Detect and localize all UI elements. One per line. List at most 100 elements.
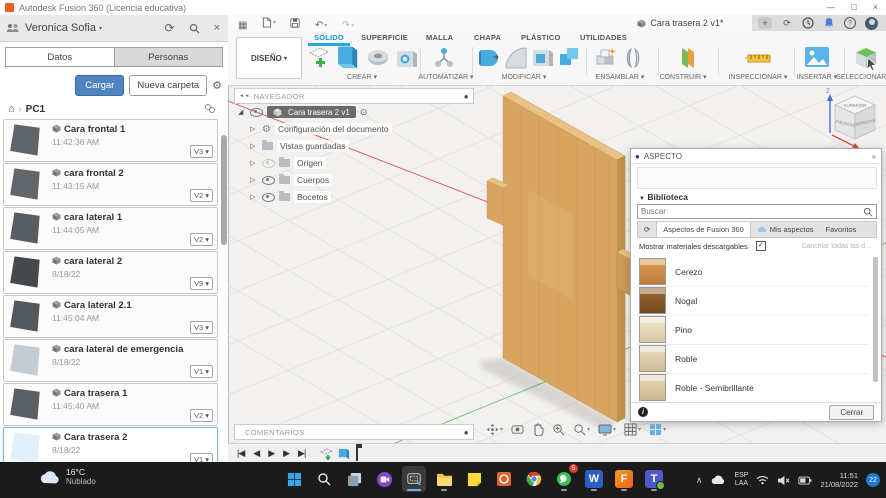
group-ensamblar[interactable]: ENSAMBLAR ▾ xyxy=(596,73,645,81)
upload-button[interactable]: Cargar xyxy=(75,74,125,96)
insert-image-icon[interactable] xyxy=(804,46,830,68)
collapse-icon[interactable]: ◄◄ xyxy=(239,93,250,99)
ground-target-icon[interactable]: ⊙ xyxy=(360,107,368,118)
version-dropdown[interactable]: V9 ▾ xyxy=(189,277,213,290)
combine-icon[interactable] xyxy=(558,46,582,68)
job-status-clock-icon[interactable] xyxy=(802,17,814,29)
material-item[interactable]: Cerezo xyxy=(637,257,869,287)
group-modificar[interactable]: MODIFICAR ▾ xyxy=(502,73,547,81)
file-card[interactable]: cara lateral de emergencia 8/18/22 V1 ▾ xyxy=(3,339,218,382)
info-icon[interactable]: i xyxy=(638,407,648,417)
ribbon-tab-utilidades[interactable]: UTILIDADES xyxy=(580,33,627,42)
home-icon[interactable]: ⌂ xyxy=(8,103,15,115)
go-to-start-button[interactable]: |◀ xyxy=(237,448,245,459)
search-button[interactable] xyxy=(312,466,336,492)
group-automatizar[interactable]: AUTOMATIZAR ▾ xyxy=(419,73,474,81)
timeline-extrude-feature[interactable] xyxy=(337,447,350,461)
file-list-scrollbar[interactable] xyxy=(221,135,227,245)
hole-icon[interactable] xyxy=(396,47,418,69)
weather-widget[interactable]: 16°C Nublado xyxy=(38,467,96,486)
extensions-sync-icon[interactable]: ⟳ xyxy=(781,17,793,29)
press-pull-icon[interactable] xyxy=(478,46,500,70)
workspace-selector[interactable]: DISEÑO ▾ xyxy=(236,37,302,79)
material-item[interactable]: Nogal xyxy=(637,286,869,316)
navigator-item-saved-views[interactable]: ▷ Vistas guardadas xyxy=(250,140,349,152)
ribbon-tab-superficie[interactable]: SUPERFICIE xyxy=(361,33,408,42)
viewport-canvas[interactable]: ◄◄ NAVEGADOR ● ◢ Cara trasera 2 v1 ⊙ ▷ ⚙ C… xyxy=(228,85,886,462)
navigator-item-origin[interactable]: ▷ Origen xyxy=(250,157,326,169)
new-tab-button[interactable]: + xyxy=(758,17,772,29)
new-component-icon[interactable] xyxy=(594,46,618,70)
search-input[interactable] xyxy=(638,207,863,216)
go-to-end-button[interactable]: ▶| xyxy=(298,448,306,459)
fillet-icon[interactable] xyxy=(504,46,528,70)
sticky-notes-app[interactable] xyxy=(462,466,486,492)
task-view-button[interactable] xyxy=(342,466,366,492)
close-window-button[interactable]: × xyxy=(873,2,878,12)
new-folder-button[interactable]: Nueva carpeta xyxy=(129,74,208,96)
construct-plane-icon[interactable] xyxy=(674,46,700,72)
file-card[interactable]: cara frontal 2 11:43:15 AM V2 ▾ xyxy=(3,163,218,206)
whatsapp-app[interactable]: 5 xyxy=(552,464,578,492)
step-forward-button[interactable]: ▶ xyxy=(283,448,290,459)
tab-datos[interactable]: Datos xyxy=(5,47,114,67)
close-panel-icon[interactable]: × xyxy=(214,22,220,34)
group-inspeccionar[interactable]: INSPECCIONAR ▾ xyxy=(729,73,788,81)
materials-scrollbar[interactable] xyxy=(873,257,878,382)
hidden-icons-chevron[interactable]: ∧ xyxy=(696,475,703,486)
onedrive-icon[interactable] xyxy=(710,475,726,485)
user-name[interactable]: Veronica Sofia xyxy=(25,22,96,34)
look-at-tool[interactable] xyxy=(511,424,524,435)
maximize-button[interactable]: □ xyxy=(851,2,856,12)
fit-tool[interactable]: ▾ xyxy=(573,423,590,436)
notification-count-badge[interactable]: 22 xyxy=(866,473,880,487)
create-sketch-icon[interactable] xyxy=(308,46,330,70)
cancel-downloads-link[interactable]: Cancelar todas las d... xyxy=(801,243,871,250)
undo-icon[interactable]: ↶ ▾ xyxy=(315,20,327,31)
display-settings[interactable]: ▾ xyxy=(598,424,616,436)
show-downloadable-checkbox[interactable]: ✓ xyxy=(755,241,766,251)
file-card[interactable]: Cara frontal 1 11:42:36 AM V3 ▾ xyxy=(3,119,218,162)
ribbon-tab-malla[interactable]: MALLA xyxy=(426,33,453,42)
chrome-app[interactable] xyxy=(522,466,546,492)
automate-icon[interactable] xyxy=(432,46,456,70)
notifications-bell-icon[interactable] xyxy=(823,17,835,29)
redo-icon[interactable]: ↷ ▾ xyxy=(342,20,354,31)
gear-icon[interactable]: ⚙ xyxy=(212,79,222,92)
clipchamp-app[interactable] xyxy=(372,466,396,492)
wifi-icon[interactable] xyxy=(756,475,769,485)
tab-my-aspects[interactable]: Mis aspectos xyxy=(751,222,820,237)
language-switcher[interactable]: ESP LAA xyxy=(734,472,748,488)
orbit-tool[interactable]: ▾ xyxy=(486,423,503,436)
joint-icon[interactable] xyxy=(622,46,644,70)
timeline-sketch-feature[interactable] xyxy=(319,447,334,461)
snipping-tool-app[interactable] xyxy=(402,466,426,492)
library-refresh-icon[interactable]: ⟳ xyxy=(638,222,658,237)
in-design-aspects-area[interactable] xyxy=(637,167,877,189)
word-app[interactable]: W xyxy=(582,466,606,492)
shell-icon[interactable] xyxy=(532,46,554,68)
file-explorer-app[interactable] xyxy=(432,466,456,492)
battery-icon[interactable] xyxy=(798,476,812,485)
save-icon[interactable] xyxy=(290,18,300,28)
material-item[interactable]: Roble xyxy=(637,344,869,374)
ribbon-tab-plastico[interactable]: PLÁSTICO xyxy=(521,33,561,42)
profile-avatar[interactable] xyxy=(865,16,878,30)
ribbon-tab-chapa[interactable]: CHAPA xyxy=(474,33,501,42)
group-insertar[interactable]: INSERTAR ▾ xyxy=(797,73,837,81)
navigator-root-row[interactable]: ◢ Cara trasera 2 v1 ⊙ xyxy=(238,106,367,118)
volume-muted-icon[interactable] xyxy=(777,475,790,486)
navigator-item-bodies[interactable]: ▷ Cuerpos xyxy=(250,174,333,186)
file-card[interactable]: Cara lateral 2.1 11:45:04 AM V3 ▾ xyxy=(3,295,218,338)
group-seleccionar[interactable]: SELECCIONAR ▾ xyxy=(836,73,886,81)
breadcrumb-folder[interactable]: PC1 xyxy=(26,104,45,115)
teams-app[interactable]: T xyxy=(642,466,666,492)
version-dropdown[interactable]: V3 ▾ xyxy=(189,321,213,334)
file-card[interactable]: Cara trasera 1 11:45:40 AM V2 ▾ xyxy=(3,383,218,426)
panel-dot-icon[interactable]: ● xyxy=(464,92,469,101)
select-icon[interactable] xyxy=(854,46,880,72)
clock-widget[interactable]: 11:51 21/08/2022 xyxy=(820,471,858,489)
expanded-triangle-icon[interactable]: ◢ xyxy=(238,108,246,116)
orange-capture-app[interactable] xyxy=(492,466,516,492)
zoom-tool[interactable] xyxy=(552,423,565,436)
